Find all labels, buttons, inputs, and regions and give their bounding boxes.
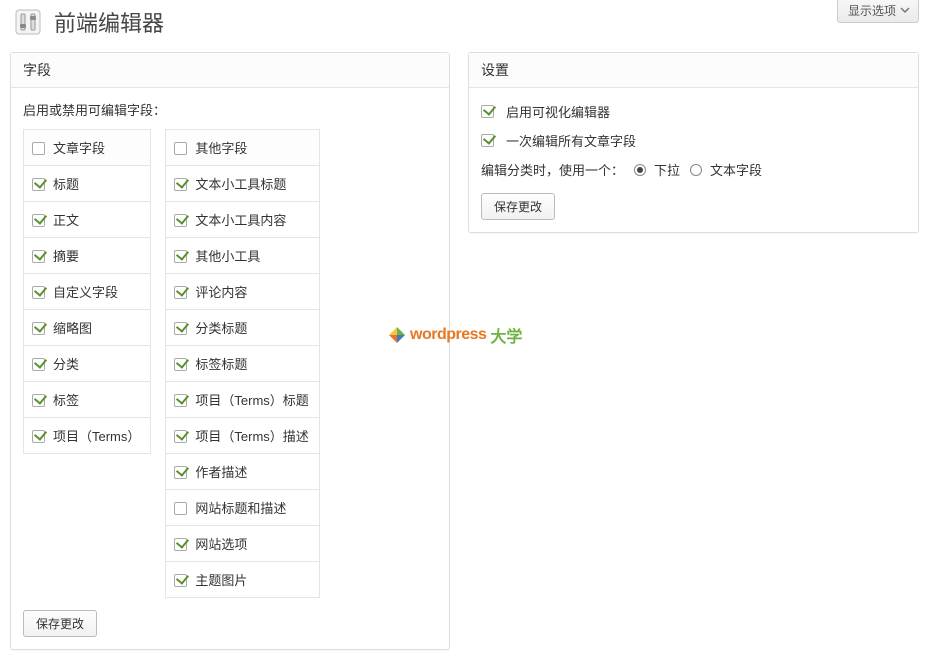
table-row: 摘要	[24, 238, 151, 274]
checkbox-site-title-desc[interactable]	[174, 502, 187, 515]
screen-options-button[interactable]: 显示选项	[837, 0, 919, 23]
setting-label: 一次编辑所有文章字段	[506, 131, 636, 150]
checkbox-excerpt[interactable]	[32, 250, 45, 263]
field-label: 文本小工具标题	[195, 177, 286, 192]
table-row: 评论内容	[166, 274, 319, 310]
checkbox-custom-fields[interactable]	[32, 286, 45, 299]
table-row: 文章字段	[24, 130, 151, 166]
table-row: 项目（Terms）标题	[166, 382, 319, 418]
field-label: 分类	[53, 357, 79, 372]
sliders-icon	[12, 6, 44, 38]
table-row: 文本小工具内容	[166, 202, 319, 238]
save-settings-button[interactable]: 保存更改	[481, 193, 555, 220]
table-row: 主题图片	[166, 562, 319, 598]
table-row: 标签标题	[166, 346, 319, 382]
checkbox-tag[interactable]	[32, 394, 45, 407]
field-label: 文本小工具内容	[195, 213, 286, 228]
checkbox-post-fields-header[interactable]	[32, 142, 45, 155]
table-row: 文本小工具标题	[166, 166, 319, 202]
checkbox-tag-title[interactable]	[174, 358, 187, 371]
field-label: 标签	[53, 393, 79, 408]
checkbox-enable-visual-editor[interactable]	[481, 105, 494, 118]
table-row: 其他小工具	[166, 238, 319, 274]
checkbox-other-widgets[interactable]	[174, 250, 187, 263]
page-header: 前端编辑器	[10, 0, 919, 52]
checkbox-author-desc[interactable]	[174, 466, 187, 479]
field-label: 分类标题	[195, 321, 247, 336]
checkbox-body[interactable]	[32, 214, 45, 227]
field-label: 其他小工具	[195, 249, 260, 264]
field-label: 网站选项	[195, 537, 247, 552]
field-label: 评论内容	[195, 285, 247, 300]
field-label: 摘要	[53, 249, 79, 264]
field-label: 标签标题	[195, 357, 247, 372]
checkbox-title[interactable]	[32, 178, 45, 191]
table-row: 分类标题	[166, 310, 319, 346]
table-row: 自定义字段	[24, 274, 151, 310]
table-row: 网站标题和描述	[166, 490, 319, 526]
fields-note: 启用或禁用可编辑字段：	[23, 100, 437, 119]
field-label: 缩略图	[53, 321, 92, 336]
other-fields-header: 其他字段	[195, 141, 247, 156]
field-label: 主题图片	[195, 573, 247, 588]
fields-panel: 字段 启用或禁用可编辑字段： 文章字段 标题 正文 摘要 自定义字段 缩略图 分…	[10, 52, 450, 650]
radio-label-textfield: 文本字段	[710, 160, 762, 179]
page-title: 前端编辑器	[54, 6, 164, 38]
checkbox-theme-images[interactable]	[174, 574, 187, 587]
table-row: 网站选项	[166, 526, 319, 562]
checkbox-edit-all-fields-once[interactable]	[481, 134, 494, 147]
field-label: 项目（Terms）标题	[195, 393, 308, 408]
table-row: 标题	[24, 166, 151, 202]
field-label: 标题	[53, 177, 79, 192]
field-label: 项目（Terms）	[53, 429, 140, 444]
table-row: 缩略图	[24, 310, 151, 346]
radio-textfield[interactable]	[690, 164, 702, 176]
checkbox-terms[interactable]	[32, 430, 45, 443]
radio-label-dropdown: 下拉	[654, 160, 680, 179]
table-row: 项目（Terms）描述	[166, 418, 319, 454]
field-label: 正文	[53, 213, 79, 228]
screen-options-label: 显示选项	[848, 2, 896, 19]
chevron-down-icon	[900, 4, 910, 18]
field-label: 自定义字段	[53, 285, 118, 300]
table-row: 作者描述	[166, 454, 319, 490]
setting-label: 启用可视化编辑器	[506, 102, 610, 121]
checkbox-terms-desc[interactable]	[174, 430, 187, 443]
other-fields-table: 其他字段 文本小工具标题 文本小工具内容 其他小工具 评论内容 分类标题 标签标…	[165, 129, 319, 598]
checkbox-thumbnail[interactable]	[32, 322, 45, 335]
field-label: 作者描述	[195, 465, 247, 480]
post-fields-table: 文章字段 标题 正文 摘要 自定义字段 缩略图 分类 标签 项目（Terms）	[23, 129, 151, 454]
field-label: 网站标题和描述	[195, 501, 286, 516]
post-fields-header: 文章字段	[53, 141, 105, 156]
checkbox-other-fields-header[interactable]	[174, 142, 187, 155]
checkbox-category-title[interactable]	[174, 322, 187, 335]
settings-panel-title: 设置	[469, 53, 918, 88]
checkbox-text-widget-title[interactable]	[174, 178, 187, 191]
table-row: 项目（Terms）	[24, 418, 151, 454]
checkbox-site-options[interactable]	[174, 538, 187, 551]
checkbox-category[interactable]	[32, 358, 45, 371]
table-row: 正文	[24, 202, 151, 238]
table-row: 分类	[24, 346, 151, 382]
setting-prompt: 编辑分类时，使用一个：	[481, 160, 624, 179]
checkbox-terms-title[interactable]	[174, 394, 187, 407]
fields-panel-title: 字段	[11, 53, 449, 88]
radio-dropdown[interactable]	[634, 164, 646, 176]
settings-panel: 设置 启用可视化编辑器 一次编辑所有文章字段 编辑分类时，使用一个： 下拉 文本…	[468, 52, 919, 233]
table-row: 标签	[24, 382, 151, 418]
checkbox-text-widget-content[interactable]	[174, 214, 187, 227]
field-label: 项目（Terms）描述	[195, 429, 308, 444]
table-row: 其他字段	[166, 130, 319, 166]
checkbox-comment-content[interactable]	[174, 286, 187, 299]
save-fields-button[interactable]: 保存更改	[23, 610, 97, 637]
